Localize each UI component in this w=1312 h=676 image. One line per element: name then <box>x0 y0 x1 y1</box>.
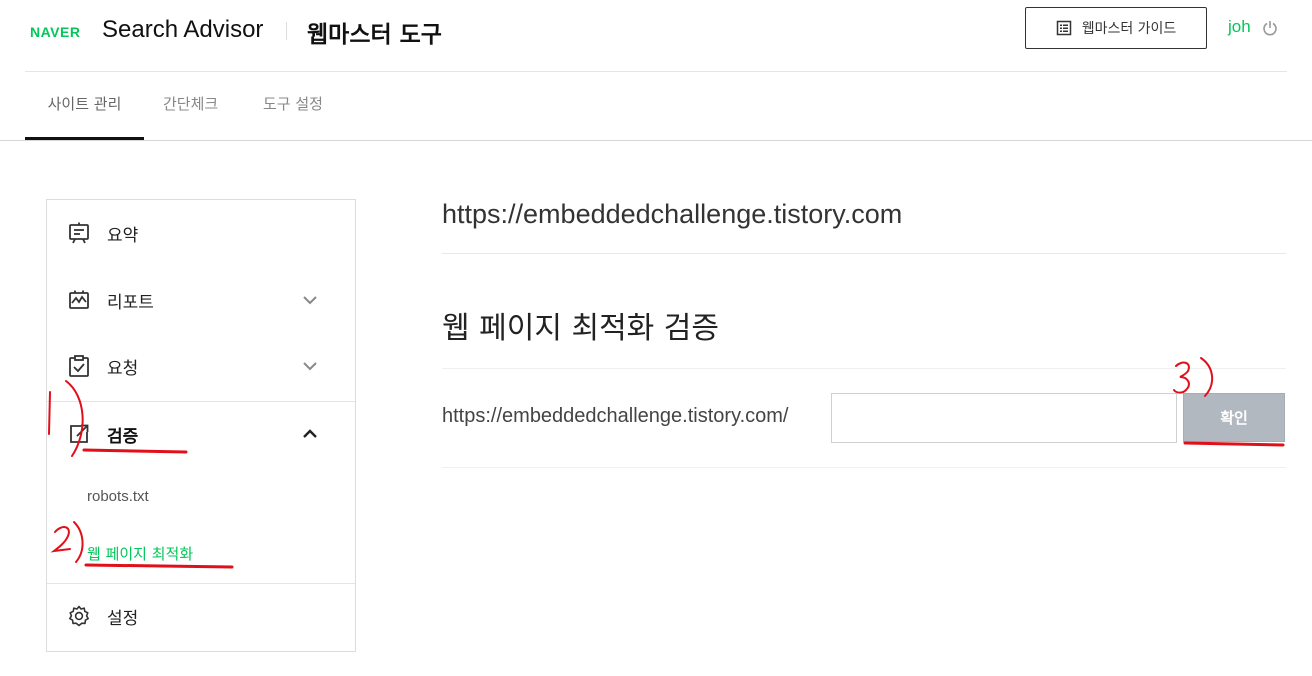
guide-button-label: 웹마스터 가이드 <box>1081 21 1177 37</box>
annotation-paren-3 <box>1200 357 1213 397</box>
sidebar-item-label: 리포트 <box>107 293 154 313</box>
tab-tool-settings[interactable]: 도구 설정 <box>263 72 323 140</box>
content-divider <box>442 253 1286 254</box>
summary-board-icon <box>69 222 89 244</box>
clipboard-check-icon <box>69 355 89 377</box>
verify-edit-icon <box>70 424 89 443</box>
app-subtitle: 웹마스터 도구 <box>307 22 442 48</box>
app-title[interactable]: Search Advisor <box>102 16 263 44</box>
chevron-down-icon[interactable] <box>301 291 319 309</box>
annotation-underline-confirm <box>1183 441 1285 447</box>
sidebar-item-verify[interactable]: 검증 <box>47 401 355 467</box>
content-divider <box>442 368 1286 369</box>
webmaster-guide-button[interactable]: 웹마스터 가이드 <box>1025 7 1207 49</box>
sidebar-item-label: 설정 <box>107 609 139 629</box>
page-path-input[interactable] <box>831 393 1177 443</box>
list-document-icon <box>1056 20 1071 36</box>
naver-logo[interactable]: NAVER <box>30 24 80 40</box>
title-divider <box>286 22 287 40</box>
sidebar-item-label: 요청 <box>107 359 139 379</box>
sidebar-item-request[interactable]: 요청 <box>47 333 355 399</box>
report-chart-icon <box>69 290 89 309</box>
gear-icon <box>69 605 89 627</box>
confirm-button[interactable]: 확인 <box>1183 393 1285 442</box>
tab-quick-check[interactable]: 간단체크 <box>163 72 218 140</box>
tab-site-management[interactable]: 사이트 관리 <box>25 72 144 140</box>
sidebar-item-label: 요약 <box>107 226 139 246</box>
sidebar-subitem-robots[interactable]: robots.txt <box>87 488 149 505</box>
sidebar-subitem-web-page-optimization[interactable]: 웹 페이지 최적화 <box>87 543 193 564</box>
user-name[interactable]: joh <box>1228 17 1251 37</box>
chevron-up-icon[interactable] <box>301 425 319 443</box>
site-url-heading: https://embeddedchallenge.tistory.com <box>442 199 903 229</box>
sidebar-item-summary[interactable]: 요약 <box>47 200 355 266</box>
chevron-down-icon[interactable] <box>301 357 319 375</box>
sidebar-item-settings[interactable]: 설정 <box>47 583 355 649</box>
sidebar-item-report[interactable]: 리포트 <box>47 267 355 333</box>
page-title: 웹 페이지 최적화 검증 <box>442 311 720 346</box>
logout-power-icon[interactable] <box>1262 20 1278 36</box>
content-divider <box>442 467 1286 468</box>
sidebar: 요약 리포트 요청 검증 robots.txt 웹 페이지 최적화 설정 <box>46 199 356 652</box>
url-prefix-label: https://embeddedchallenge.tistory.com/ <box>442 405 789 427</box>
top-header: NAVER Search Advisor 웹마스터 도구 웹마스터 가이드 jo… <box>0 0 1312 72</box>
tabs-divider <box>0 140 1312 141</box>
sidebar-item-label: 검증 <box>107 427 139 447</box>
